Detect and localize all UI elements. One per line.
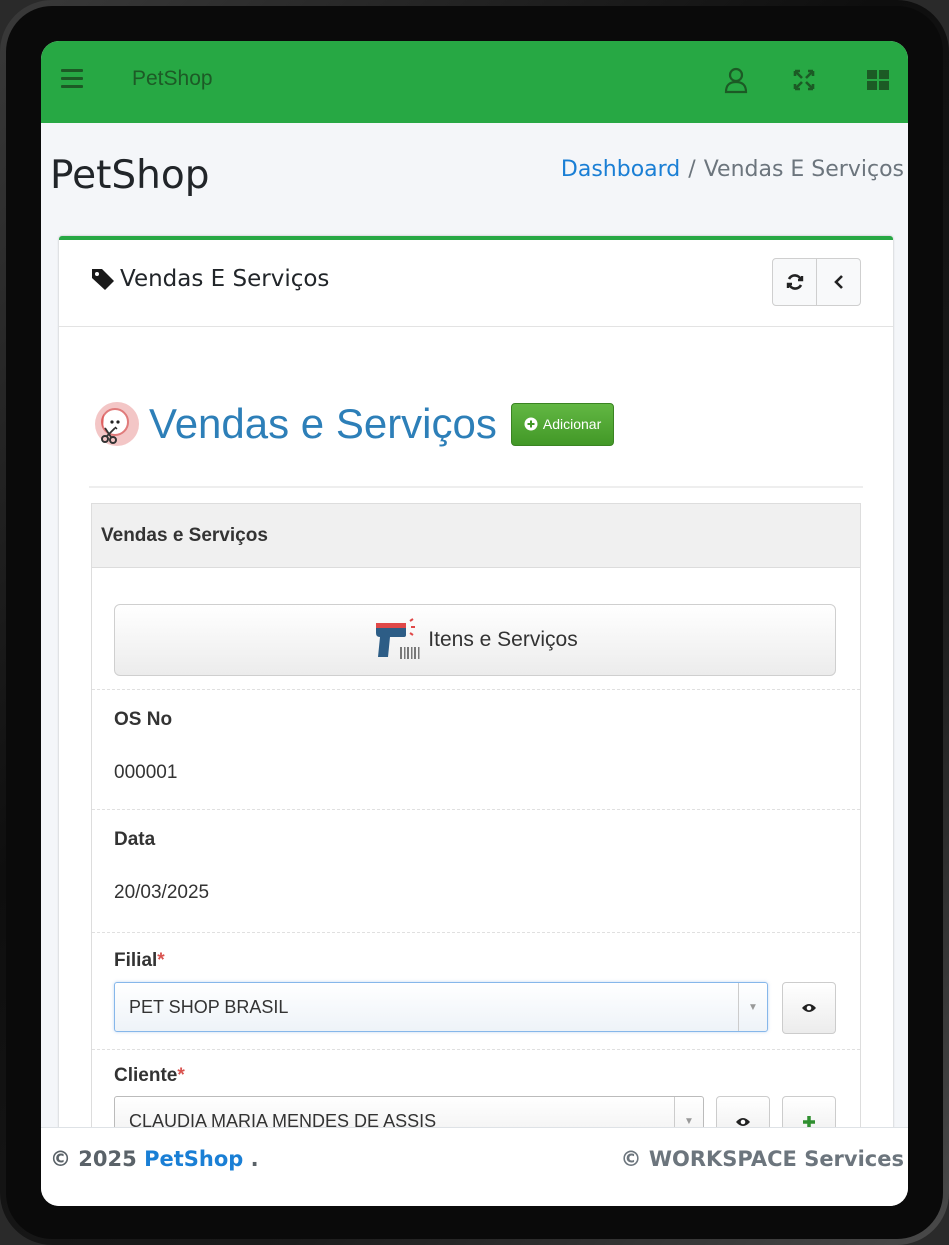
- row-divider: [92, 689, 860, 690]
- hamburger-menu-icon[interactable]: [61, 69, 83, 89]
- card-tools: [772, 258, 861, 306]
- section-heading: Vendas e Serviços Adicionar: [91, 398, 615, 450]
- footer-copyright-prefix: © 2025: [50, 1147, 137, 1171]
- card-title-label: Vendas E Serviços: [120, 266, 330, 292]
- date-label: Data: [114, 829, 156, 850]
- panel-header: Vendas e Serviços: [92, 504, 860, 568]
- collapse-button[interactable]: [817, 259, 860, 305]
- grid-apps-icon[interactable]: [863, 65, 893, 95]
- breadcrumb-current: Vendas E Serviços: [703, 157, 904, 182]
- card-title: Vendas E Serviços: [90, 266, 329, 292]
- panel-title: Vendas e Serviços: [101, 525, 268, 546]
- refresh-icon: [786, 274, 803, 290]
- form-panel: Vendas e Serviços Itens e Serviços OS No…: [91, 503, 861, 1206]
- footer-suffix: .: [250, 1147, 259, 1171]
- page-title: PetShop: [50, 153, 210, 198]
- required-mark: *: [177, 1065, 185, 1086]
- section-heading-title: Vendas e Serviços: [149, 400, 497, 447]
- os-number-value: 000001: [114, 762, 178, 783]
- tag-icon: [92, 269, 114, 290]
- top-navbar: PetShop: [41, 41, 908, 123]
- user-icon[interactable]: [721, 65, 751, 95]
- view-filial-button[interactable]: [782, 982, 836, 1034]
- filial-select-value: PET SHOP BRASIL: [129, 997, 289, 1017]
- footer-copyright: © 2025 PetShop .: [50, 1147, 259, 1171]
- add-button[interactable]: Adicionar: [510, 402, 615, 446]
- fullscreen-icon[interactable]: [789, 65, 819, 95]
- filial-label: Filial*: [114, 950, 165, 972]
- divider: [89, 486, 863, 488]
- card-header: Vendas E Serviços: [59, 240, 893, 327]
- required-mark: *: [157, 950, 165, 971]
- filial-select[interactable]: PET SHOP BRASIL ▼: [114, 982, 768, 1032]
- pet-grooming-icon: [95, 402, 139, 446]
- plus-circle-icon: [524, 417, 538, 431]
- row-divider: [92, 809, 860, 810]
- breadcrumb-separator: /: [688, 157, 696, 182]
- collapse-left-icon: [833, 275, 843, 289]
- items-services-button[interactable]: Itens e Serviços: [114, 604, 836, 676]
- os-number-label: OS No: [114, 709, 173, 730]
- screen: PetShop PetShop Dashboard / Vendas E Servi…: [41, 41, 908, 1206]
- cliente-label: Cliente*: [114, 1065, 185, 1087]
- breadcrumb: Dashboard / Vendas E Serviços: [561, 157, 904, 182]
- refresh-button[interactable]: [773, 259, 817, 305]
- chevron-down-icon: ▼: [738, 983, 767, 1031]
- items-services-label: Itens e Serviços: [428, 628, 578, 651]
- add-button-label: Adicionar: [542, 416, 602, 432]
- main-card: Vendas E Serviços Vendas e Serviços Adic…: [59, 236, 893, 1206]
- breadcrumb-dashboard-link[interactable]: Dashboard: [561, 157, 680, 182]
- navbar-brand[interactable]: PetShop: [132, 67, 213, 91]
- footer-brand-link[interactable]: PetShop: [144, 1147, 243, 1171]
- barcode-scanner-icon: [376, 618, 420, 659]
- date-value: 20/03/2025: [114, 882, 210, 903]
- footer: © 2025 PetShop . © WORKSPACE Services: [41, 1127, 908, 1206]
- row-divider: [92, 932, 860, 933]
- footer-credit: © WORKSPACE Services: [620, 1147, 904, 1171]
- filial-label-text: Filial: [114, 950, 158, 971]
- row-divider: [92, 1049, 860, 1050]
- cliente-label-text: Cliente: [114, 1065, 178, 1086]
- eye-icon: [802, 1004, 816, 1012]
